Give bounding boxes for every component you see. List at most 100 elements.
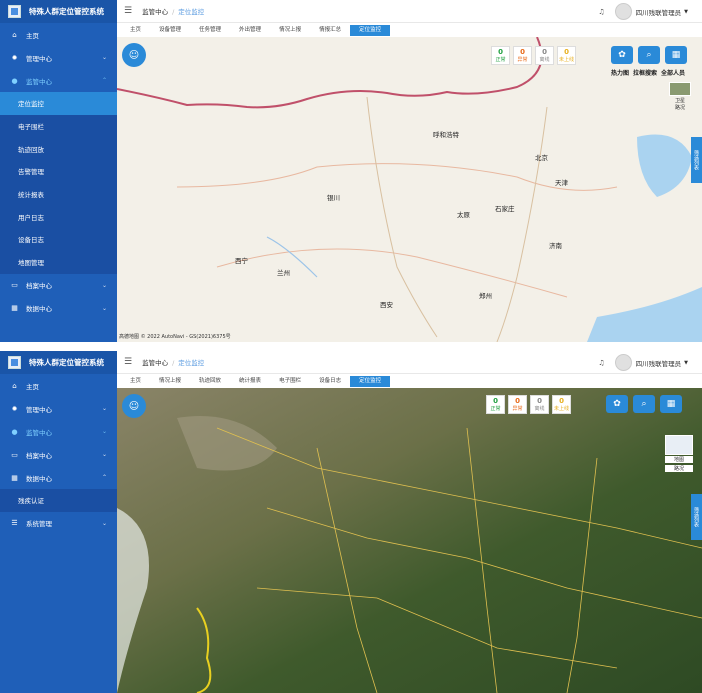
- avatar[interactable]: [614, 3, 632, 20]
- stat-abnormal[interactable]: 0 异常: [513, 46, 532, 65]
- tab-home[interactable]: 主页: [121, 25, 150, 36]
- tab-device-log[interactable]: 设备日志: [310, 376, 350, 387]
- tool-label: 全部人员: [661, 70, 686, 77]
- nav-management[interactable]: ✹ 管理中心 ⌄: [0, 397, 117, 420]
- tab-summary[interactable]: 情报汇总: [310, 25, 350, 36]
- folder-icon: ▭: [11, 281, 18, 289]
- caret-down-icon[interactable]: ▼: [684, 360, 688, 366]
- sub-alarm[interactable]: 告警管理: [0, 160, 117, 183]
- separator: [0, 342, 702, 351]
- layer-label[interactable]: 卫星: [669, 97, 691, 104]
- satellite-thumb[interactable]: [669, 82, 691, 96]
- nav-label: 主页: [26, 31, 39, 40]
- box-search-button[interactable]: ⌕: [633, 395, 655, 413]
- stat-offline[interactable]: 0 离线: [535, 46, 554, 65]
- layer-label[interactable]: 路况: [665, 465, 693, 472]
- box-search-button[interactable]: ⌕: [638, 46, 660, 64]
- map-label: 济南: [549, 242, 562, 250]
- layer-label[interactable]: 地图: [665, 456, 693, 463]
- stat-not-online[interactable]: 0 未上线: [552, 395, 571, 414]
- app-logo: 特殊人群定位管控系统: [0, 351, 117, 374]
- sub-disability-cert[interactable]: 残疾认证: [0, 489, 117, 512]
- tab-location[interactable]: 定位监控: [350, 375, 391, 387]
- stat-label: 未上线: [553, 406, 569, 412]
- nav-supervision[interactable]: ● 监管中心 ⌃: [0, 69, 117, 92]
- stat-value: 0: [493, 397, 498, 405]
- nav-management[interactable]: ✹ 管理中心 ⌄: [0, 46, 117, 69]
- all-people-button[interactable]: ▦: [665, 46, 687, 64]
- nav-supervision[interactable]: ● 监管中心 ⌄: [0, 420, 117, 443]
- stat-not-online[interactable]: 0 未上线: [557, 46, 576, 65]
- tab-device[interactable]: 设备管理: [150, 25, 190, 36]
- user-menu[interactable]: ♫ 四川残联管理员 ▼: [598, 354, 688, 371]
- map-view[interactable]: ☺ 0 正常 0 异常 0 离线 0 未上线 ✿ ⌕ ▦ 地图 路况 筛选列表: [117, 388, 702, 693]
- logo-icon: [8, 356, 21, 369]
- nav-label: 设备日志: [18, 236, 44, 245]
- nav-archive[interactable]: ▭ 档案中心 ⌄: [0, 443, 117, 466]
- tab-fence[interactable]: 电子围栏: [270, 376, 310, 387]
- people-icon: ☺: [128, 49, 140, 61]
- nav-label: 用户日志: [18, 213, 44, 222]
- layer-switch[interactable]: 卫星 路况: [669, 82, 691, 111]
- nav-label: 数据中心: [26, 474, 52, 483]
- bell-icon[interactable]: ♫: [598, 359, 604, 367]
- user-menu[interactable]: ♫ 四川残联管理员 ▼: [598, 3, 688, 20]
- stat-abnormal[interactable]: 0 异常: [508, 395, 527, 414]
- people-button[interactable]: ☺: [122, 394, 146, 418]
- sub-map-manage[interactable]: 地图管理: [0, 251, 117, 274]
- user-name[interactable]: 四川残联管理员: [636, 358, 682, 368]
- map-label: 太原: [457, 211, 470, 219]
- tab-report[interactable]: 情况上报: [150, 376, 190, 387]
- tab-home[interactable]: 主页: [121, 376, 150, 387]
- breadcrumb-root[interactable]: 监管中心: [142, 8, 168, 16]
- map-label: 西宁: [235, 257, 248, 265]
- tab-bar: 主页 设备管理 任务管理 外出管理 情况上报 情报汇总 定位监控: [117, 23, 702, 37]
- sub-report[interactable]: 统计报表: [0, 183, 117, 206]
- nav-data[interactable]: ▦ 数据中心 ⌄: [0, 297, 117, 320]
- nav-label: 数据中心: [26, 305, 52, 313]
- sub-user-log[interactable]: 用户日志: [0, 205, 117, 228]
- sub-fence[interactable]: 电子围栏: [0, 115, 117, 138]
- filter-list-tab[interactable]: 筛选列表: [691, 137, 702, 183]
- bell-icon[interactable]: ♫: [598, 8, 604, 16]
- stat-value: 0: [542, 48, 547, 56]
- user-name[interactable]: 四川残联管理员: [636, 7, 682, 17]
- chevron-down-icon: ⌄: [101, 405, 107, 412]
- stat-normal[interactable]: 0 正常: [491, 46, 510, 65]
- stat-offline[interactable]: 0 离线: [530, 395, 549, 414]
- nav-home[interactable]: ⌂ 主页: [0, 23, 117, 46]
- tab-track[interactable]: 轨迹回放: [190, 376, 230, 387]
- sub-location-monitor[interactable]: 定位监控: [0, 92, 117, 115]
- tab-task[interactable]: 任务管理: [190, 25, 230, 36]
- tab-outing[interactable]: 外出管理: [230, 25, 270, 36]
- sub-device-log[interactable]: 设备日志: [0, 228, 117, 251]
- tab-stats[interactable]: 统计报表: [230, 376, 270, 387]
- stat-label: 正常: [495, 57, 506, 63]
- nav-archive[interactable]: ▭ 档案中心 ⌄: [0, 274, 117, 297]
- menu-toggle-icon[interactable]: ☰: [124, 357, 132, 367]
- topbar: ☰ 监管中心 / 定位监控 ♫ 四川残联管理员 ▼: [117, 351, 702, 374]
- menu-toggle-icon[interactable]: ☰: [124, 6, 132, 16]
- nav-data[interactable]: ▦ 数据中心 ⌃: [0, 466, 117, 489]
- stat-normal[interactable]: 0 正常: [486, 395, 505, 414]
- layer-label[interactable]: 路况: [669, 104, 691, 111]
- caret-down-icon[interactable]: ▼: [684, 9, 688, 15]
- nav-label: 监管中心: [26, 428, 52, 437]
- all-people-button[interactable]: ▦: [660, 395, 682, 413]
- people-button[interactable]: ☺: [122, 43, 146, 67]
- filter-list-tab[interactable]: 筛选列表: [691, 494, 702, 540]
- heatmap-button[interactable]: ✿: [611, 46, 633, 64]
- tab-report[interactable]: 情况上报: [270, 25, 310, 36]
- tab-location[interactable]: 定位监控: [350, 24, 391, 36]
- nav-home[interactable]: ⌂ 主页: [0, 374, 117, 397]
- nav-label: 档案中心: [26, 451, 52, 460]
- avatar[interactable]: [614, 354, 632, 371]
- layer-switch[interactable]: 地图 路况: [665, 435, 693, 472]
- sub-track[interactable]: 轨迹回放: [0, 137, 117, 160]
- gear-icon: ✹: [11, 404, 18, 413]
- map-view[interactable]: 呼和浩特 北京 天津 石家庄 太原 银川 兰州 西宁 济南 郑州 西安 ☺ 0正…: [117, 37, 702, 342]
- heatmap-button[interactable]: ✿: [606, 395, 628, 413]
- nav-system[interactable]: ☰ 系统管理 ⌄: [0, 512, 117, 535]
- map-thumb[interactable]: [665, 435, 693, 455]
- breadcrumb-root[interactable]: 监管中心: [142, 359, 168, 367]
